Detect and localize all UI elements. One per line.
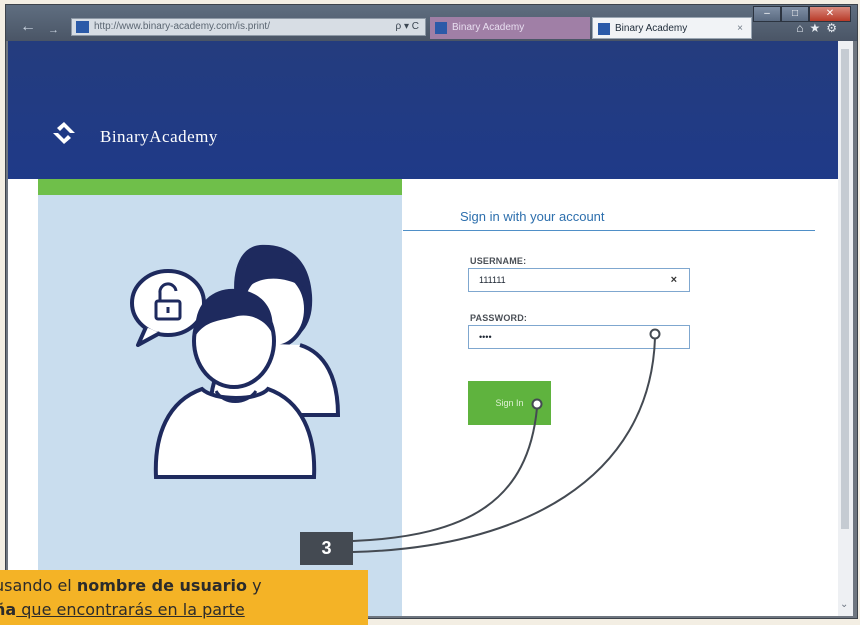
- note-line2-bold: ña: [0, 600, 17, 619]
- instruction-note: usando el nombre de usuario y ña que enc…: [0, 570, 368, 625]
- note-bold-username: nombre de usuario: [76, 576, 247, 595]
- callout-target-dot: [531, 398, 543, 410]
- callout-target-dot: [649, 328, 661, 340]
- note-prefix: usando el: [0, 576, 77, 595]
- note-line2-rest: que encontrarás en la parte: [16, 600, 245, 619]
- note-mid: y: [247, 576, 262, 595]
- step-number-badge: 3: [300, 532, 353, 565]
- callout-connector-lines: [352, 328, 661, 553]
